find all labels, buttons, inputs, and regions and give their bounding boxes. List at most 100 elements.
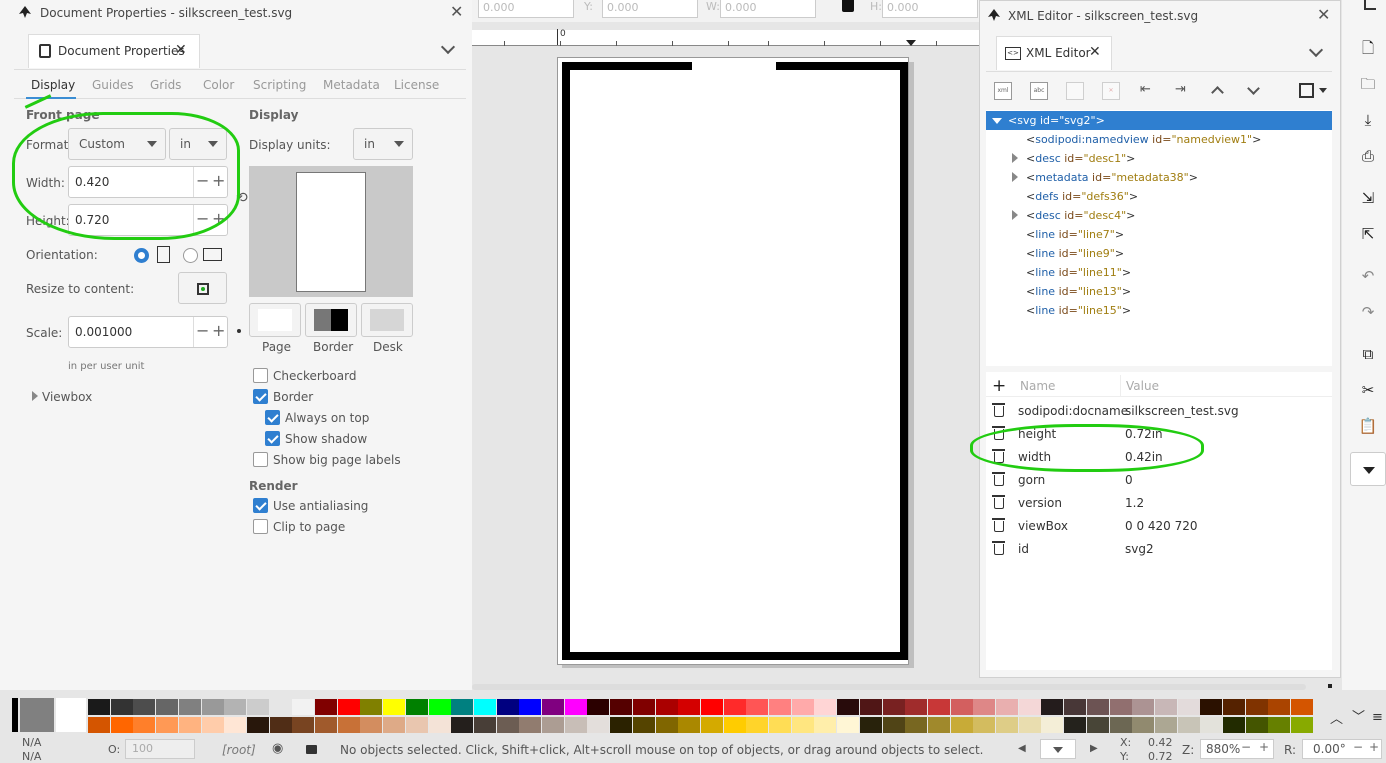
border-checkbox[interactable]: [253, 389, 268, 404]
palette-swatch[interactable]: [769, 699, 791, 715]
palette-swatch[interactable]: [655, 699, 678, 715]
subtab-scripting[interactable]: Scripting: [253, 78, 306, 92]
palette-swatch[interactable]: [1041, 699, 1064, 715]
palette-swatch[interactable]: [1223, 717, 1245, 733]
palette-swatch[interactable]: [1064, 699, 1087, 715]
palette-swatch[interactable]: [1291, 717, 1314, 733]
tree-node-desc4[interactable]: <desc id="desc4">: [986, 206, 1332, 225]
display-units-select[interactable]: in: [353, 128, 413, 160]
palette-swatch[interactable]: [542, 717, 564, 733]
tree-node-line13[interactable]: <line id="line13">: [986, 282, 1332, 301]
palette-swatch[interactable]: [700, 717, 723, 733]
lock-icon[interactable]: [842, 0, 854, 12]
subtab-guides[interactable]: Guides: [92, 78, 134, 92]
palette-swatch[interactable]: [269, 717, 292, 733]
show-shadow-checkbox[interactable]: [265, 431, 280, 446]
page-select[interactable]: [1040, 739, 1076, 759]
print-icon[interactable]: ⎙: [1356, 144, 1380, 168]
palette-swatch[interactable]: [133, 699, 156, 715]
palette-down-icon[interactable]: ﹀: [1352, 706, 1365, 725]
silkscreen-line-left[interactable]: [562, 62, 570, 660]
delete-attribute-icon[interactable]: [992, 518, 1005, 532]
palette-swatch[interactable]: [1268, 717, 1291, 733]
close-tab-icon[interactable]: ✕: [1089, 44, 1101, 60]
palette-swatch[interactable]: [1154, 717, 1177, 733]
palette-swatch[interactable]: [837, 699, 860, 715]
palette-swatch[interactable]: [496, 717, 519, 733]
palette-swatch[interactable]: [950, 717, 973, 733]
delete-attribute-icon[interactable]: [992, 495, 1005, 509]
prev-icon[interactable]: ◀: [1018, 743, 1026, 754]
palette-swatch[interactable]: [178, 699, 201, 715]
tree-node-desc1[interactable]: <desc id="desc1">: [986, 149, 1332, 168]
silkscreen-line-bottom[interactable]: [562, 652, 908, 660]
scale-input[interactable]: 0.001000− +: [68, 316, 228, 348]
palette-swatch[interactable]: [973, 699, 996, 715]
new-text-node-icon[interactable]: abc: [1030, 82, 1048, 100]
x-field[interactable]: 0.000: [478, 0, 574, 18]
rotation-input[interactable]: 0.00° − +: [1302, 739, 1382, 759]
indent-node-icon[interactable]: ⇥: [1175, 82, 1186, 97]
palette-swatch[interactable]: [814, 717, 837, 733]
palette-swatch[interactable]: [473, 717, 496, 733]
palette-swatch[interactable]: [496, 699, 519, 715]
tab-document-properties[interactable]: Document Properties ✕: [28, 34, 200, 68]
palette-swatch[interactable]: [405, 717, 428, 733]
palette-swatch[interactable]: [1268, 699, 1291, 715]
palette-swatch[interactable]: [519, 699, 542, 715]
y-field[interactable]: 0.000: [602, 0, 698, 18]
palette-swatch[interactable]: [156, 717, 179, 733]
palette-swatch[interactable]: [882, 717, 905, 733]
tree-node-line7[interactable]: <line id="line7">: [986, 225, 1332, 244]
palette-swatch[interactable]: [1132, 699, 1155, 715]
viewbox-label[interactable]: Viewbox: [42, 390, 92, 404]
horizontal-scrollbar[interactable]: [472, 684, 1306, 690]
open-folder-icon[interactable]: 🗀: [1356, 72, 1380, 96]
palette-swatch[interactable]: [769, 717, 791, 733]
palette-swatch[interactable]: [1223, 699, 1245, 715]
palette-swatch[interactable]: [269, 699, 292, 715]
palette-swatch[interactable]: [1018, 699, 1041, 715]
palette-swatch[interactable]: [1154, 699, 1177, 715]
attribute-row[interactable]: gorn 0: [986, 469, 1332, 492]
palette-swatch[interactable]: [133, 717, 156, 733]
cut-icon[interactable]: ✂: [1356, 378, 1380, 402]
zoom-input[interactable]: 880% − +: [1200, 739, 1274, 759]
palette-swatch[interactable]: [224, 717, 247, 733]
add-attribute-button[interactable]: +: [992, 376, 1006, 396]
unindent-node-icon[interactable]: ⇤: [1140, 82, 1151, 97]
palette-swatch[interactable]: [1109, 699, 1132, 715]
lock-icon[interactable]: [306, 745, 317, 754]
w-field[interactable]: 0.000: [720, 0, 816, 18]
delete-attribute-icon[interactable]: [992, 541, 1005, 555]
landscape-radio[interactable]: [183, 248, 198, 263]
palette-swatch[interactable]: [1177, 717, 1200, 733]
palette-swatch[interactable]: [360, 717, 383, 733]
palette-swatch[interactable]: [678, 699, 701, 715]
palette-swatch[interactable]: [564, 717, 587, 733]
clip-to-page-checkbox[interactable]: [253, 519, 268, 534]
attribute-row[interactable]: sodipodi:docname silkscreen_test.svg: [986, 400, 1332, 423]
big-page-labels-checkbox[interactable]: [253, 452, 268, 467]
tree-node-line11[interactable]: <line id="line11">: [986, 263, 1332, 282]
delete-node-icon[interactable]: ✕: [1102, 82, 1120, 100]
attribute-row[interactable]: version 1.2: [986, 492, 1332, 515]
page-color-button[interactable]: [249, 303, 301, 337]
palette-swatch[interactable]: [428, 717, 451, 733]
palette-swatch[interactable]: [564, 699, 587, 715]
tree-node-line15[interactable]: <line id="line15">: [986, 301, 1332, 320]
silkscreen-line-top-left[interactable]: [562, 62, 692, 70]
import-icon[interactable]: ⇲: [1356, 186, 1380, 210]
palette-swatch[interactable]: [882, 699, 905, 715]
palette-up-icon[interactable]: ︿: [1330, 708, 1343, 727]
subtab-metadata[interactable]: Metadata: [323, 78, 380, 92]
subtab-color[interactable]: Color: [203, 78, 234, 92]
redo-icon[interactable]: ↷: [1356, 300, 1380, 324]
palette-swatch[interactable]: [905, 699, 928, 715]
palette-swatch[interactable]: [88, 699, 110, 715]
palette-swatch[interactable]: [315, 699, 337, 715]
xml-node-tree[interactable]: <svg id="svg2"> <sodipodi:namedview id="…: [986, 110, 1332, 366]
palette-swatch[interactable]: [1132, 717, 1155, 733]
palette-swatch[interactable]: [905, 717, 928, 733]
stroke-indicator[interactable]: N/A: [22, 750, 41, 763]
